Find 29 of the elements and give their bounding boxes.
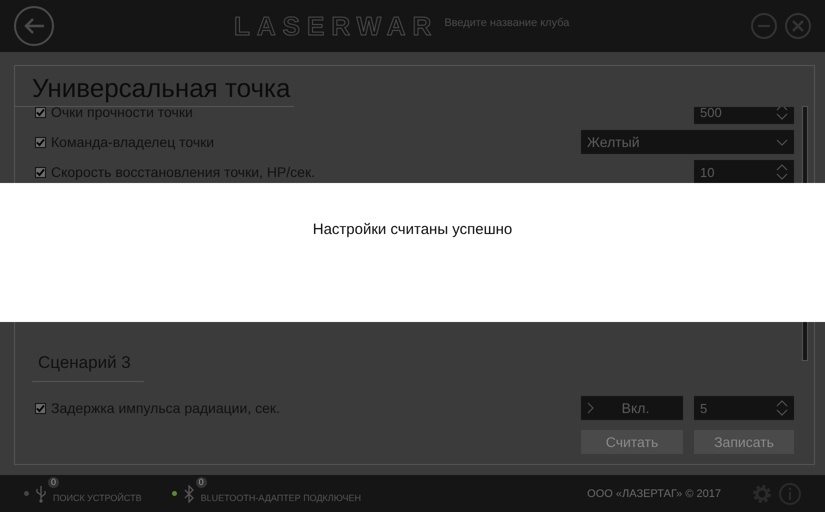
chevron-right-icon <box>587 402 594 414</box>
close-button[interactable] <box>785 13 811 39</box>
count-badge: 0 <box>48 476 59 488</box>
arrow-left-icon <box>23 17 45 35</box>
chevron-down-icon <box>776 138 788 146</box>
notification-message: Настройки считаны успешно <box>312 221 512 239</box>
bluetooth-icon <box>184 484 194 502</box>
status-label: BLUETOOTH-АДАПТЕР ПОДКЛЮЧЕН <box>200 492 362 502</box>
status-label: ПОИСК УСТРОЙСТВ <box>53 492 142 502</box>
usb-icon <box>36 484 46 502</box>
spinner-arrows-icon[interactable] <box>776 107 788 121</box>
toggle-button[interactable]: Вкл. <box>581 396 683 420</box>
back-button[interactable] <box>14 6 54 46</box>
number-field[interactable]: 10 <box>694 160 794 184</box>
number-field[interactable]: 5 <box>694 396 794 420</box>
close-icon <box>792 20 804 32</box>
spinner-arrows-icon[interactable] <box>776 163 788 181</box>
number-field[interactable]: 500 <box>694 107 794 124</box>
checkbox[interactable] <box>35 402 46 414</box>
write-button[interactable]: Записать <box>694 430 794 454</box>
copyright: ООО «ЛАЗЕРТАГ» © 2017 <box>587 488 721 500</box>
checkbox[interactable] <box>35 136 46 148</box>
checkbox[interactable] <box>35 107 46 118</box>
spinner-arrows-icon[interactable] <box>776 399 788 417</box>
checkbox[interactable] <box>35 166 46 178</box>
dropdown[interactable]: Желтый <box>581 130 794 154</box>
minimize-button[interactable] <box>751 13 777 39</box>
count-badge: 0 <box>196 476 207 488</box>
read-button[interactable]: Считать <box>581 430 683 454</box>
